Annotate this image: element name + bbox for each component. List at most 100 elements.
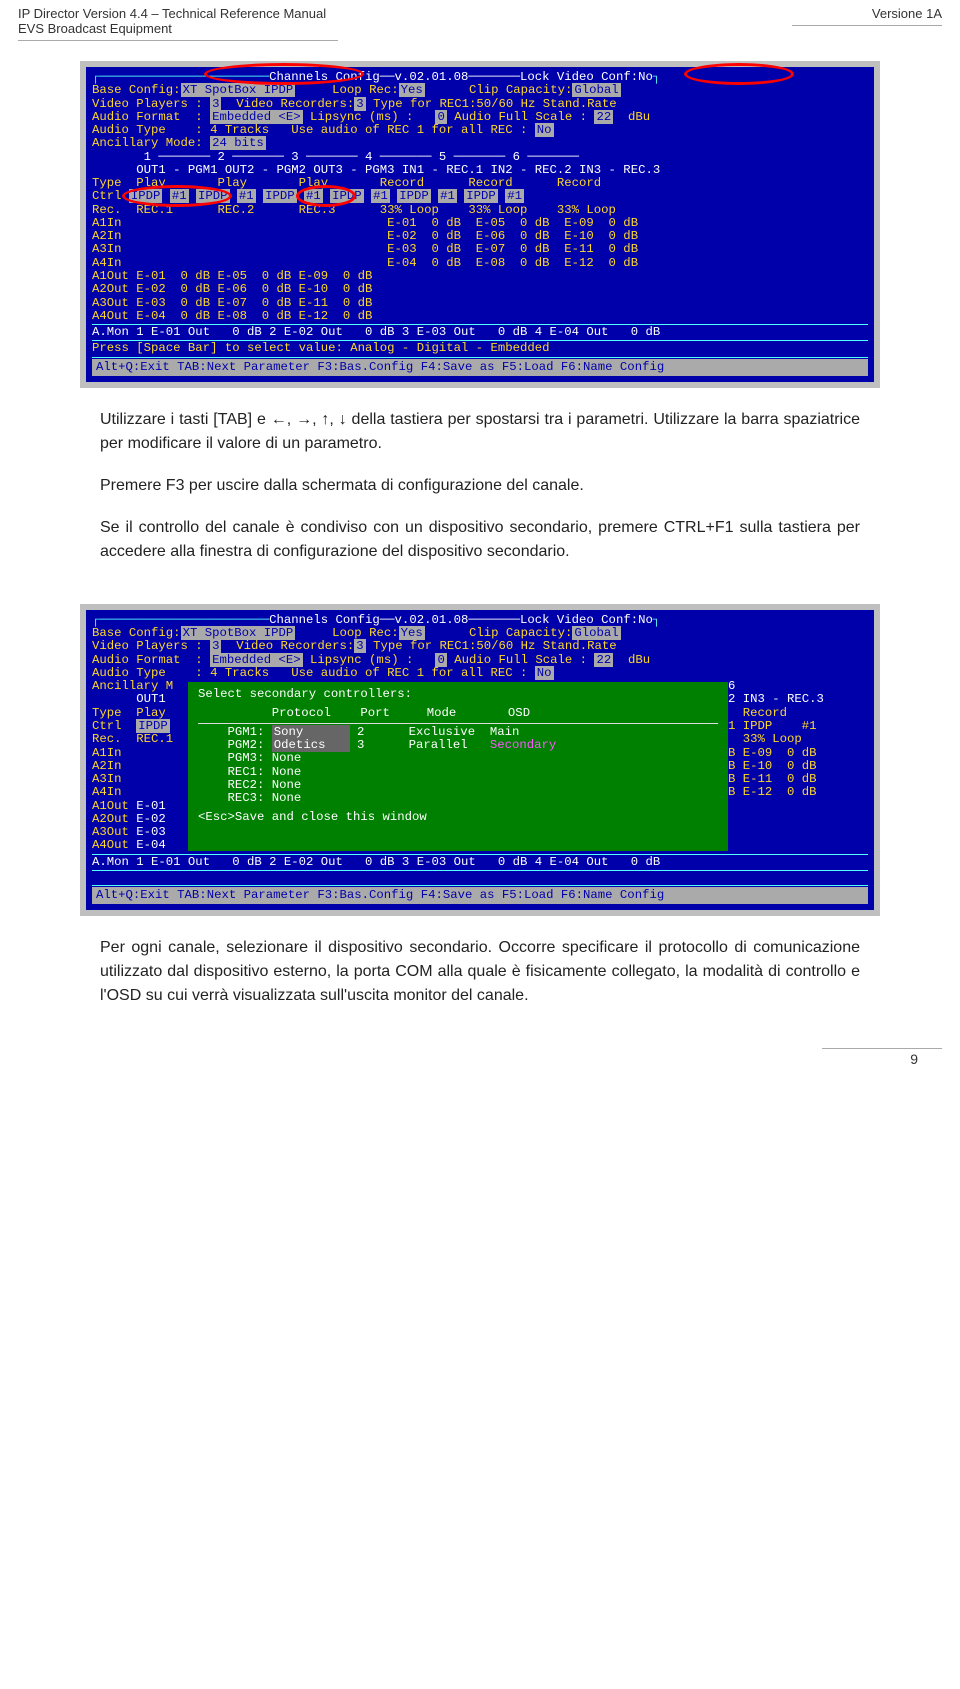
video-players-label: Video Players : [92,97,210,111]
body-text-1: Utilizzare i tasti [TAB] e ←, →, ↑, ↓ de… [100,408,860,564]
audio-type-label: Audio Type : 4 Tracks Use audio of REC 1… [92,123,535,137]
rs3: 1 IPDP #1 [728,719,817,733]
amon-row: A.Mon 1 E-01 Out 0 dB 2 E-02 Out 0 dB 3 … [92,326,868,339]
tr2: Type for REC1:50/60 Hz Stand.Rate [366,639,617,653]
paragraph-4: Per ogni canale, selezionare il disposit… [100,936,860,1008]
rec-row: Rec. REC.1 REC.2 REC.3 33% Loop 33% Loop… [92,204,868,217]
a2in: A2In E-02 0 dB E-06 0 dB E-10 0 dB [92,230,868,243]
loop-rec-value-2[interactable]: Yes [399,626,425,640]
rs1: 2 IN3 - REC.3 [728,693,868,706]
a1in: A1In E-01 0 dB E-05 0 dB E-09 0 dB [92,217,868,230]
lsl2: Lipsync (ms) : [303,653,436,667]
base-config-value[interactable]: XT SpotBox IPDP [181,83,296,97]
annotation-circle-4 [296,185,356,207]
popup-row[interactable]: REC3: None [198,792,718,805]
popup-row[interactable]: PGM1: Sony 2 Exclusive Main [198,726,718,739]
a3out: A3Out E-03 0 dB E-07 0 dB E-11 0 dB [92,297,868,310]
rs0: 6 [728,680,868,693]
header-left: IP Director Version 4.4 – Technical Refe… [18,6,338,41]
audio-full-value[interactable]: 22 [594,110,613,124]
vpv2[interactable]: 3 [210,639,221,653]
vrl2: Video Recorders: [221,639,354,653]
loop-rec-value[interactable]: Yes [399,83,425,97]
body-text-2: Per ogni canale, selezionare il disposit… [100,936,860,1008]
type-rec1: Type for REC1:50/60 Hz Stand.Rate [366,97,617,111]
ctrl-port[interactable]: #1 [505,189,524,203]
page-header: IP Director Version 4.4 – Technical Refe… [0,0,960,41]
clip-cap-value-2[interactable]: Global [572,626,620,640]
afl2: Audio Format : [92,653,210,667]
a4in: A4In E-04 0 dB E-08 0 dB E-12 0 dB [92,257,868,270]
annotation-circle-1 [204,63,364,85]
amon-row-2: A.Mon 1 E-01 Out 0 dB 2 E-02 Out 0 dB 3 … [92,856,868,869]
base-config-label-2: Base Config: [92,626,181,640]
paragraph-1: Utilizzare i tasti [TAB] e ←, →, ↑, ↓ de… [100,408,860,456]
popup-footer[interactable]: <Esc>Save and close this window [198,811,718,824]
video-recorders-label: Video Recorders: [221,97,354,111]
loop-rec-label: Loop Rec: [332,83,398,97]
audio-format-value[interactable]: Embedded <E> [210,110,303,124]
header-right-text: Versione 1A [872,6,942,21]
header-left-2: EVS Broadcast Equipment [18,21,172,36]
base-config-label: Base Config: [92,83,181,97]
ctrl-value[interactable]: IPDP [464,189,498,203]
out-row: OUT1 - PGM1 OUT2 - PGM2 OUT3 - PGM3 IN1 … [92,164,868,177]
secondary-controllers-popup: Select secondary controllers: Protocol P… [188,682,728,850]
atl2: Audio Type : 4 Tracks Use audio of REC 1… [92,666,535,680]
video-recorders-value[interactable]: 3 [354,97,365,111]
paragraph-2: Premere F3 per uscire dalla schermata di… [100,474,860,498]
rs8: B E-12 0 dB [728,786,868,799]
aful2: Audio Full Scale : [447,653,595,667]
prompt-row: Press [Space Bar] to select value: Analo… [92,342,868,355]
clip-cap-label: Clip Capacity: [469,83,572,97]
audio-full-unit: dBu [613,110,650,124]
ctrl-port[interactable]: #1 [371,189,390,203]
channels-config-screenshot-1: ┌───────────────────────Channels Config─… [80,61,880,388]
atv2[interactable]: No [535,666,554,680]
audio-type-value[interactable]: No [535,123,554,137]
video-players-value[interactable]: 3 [210,97,221,111]
popup-row[interactable]: REC2: None [198,779,718,792]
afuv2[interactable]: 22 [594,653,613,667]
a4out: A4Out E-04 0 dB E-08 0 dB E-12 0 dB [92,310,868,323]
a3in: A3In E-03 0 dB E-07 0 dB E-11 0 dB [92,243,868,256]
rs5: B E-09 0 dB [728,747,868,760]
ancillary-value[interactable]: 24 bits [210,136,266,150]
audio-format-label: Audio Format : [92,110,210,124]
popup-title: Select secondary controllers: [198,688,718,701]
vrv2[interactable]: 3 [354,639,365,653]
rs7: B E-11 0 dB [728,773,868,786]
clip-cap-label-2: Clip Capacity: [469,626,572,640]
afv2[interactable]: Embedded <E> [210,653,303,667]
annotation-circle-3 [122,185,232,207]
a2out: A2Out E-02 0 dB E-06 0 dB E-10 0 dB [92,283,868,296]
vpl2: Video Players : [92,639,210,653]
popup-row[interactable]: PGM2: Odetics 3 Parallel Secondary [198,739,718,752]
base-config-value-2[interactable]: XT SpotBox IPDP [181,626,296,640]
lipsync-label: Lipsync (ms) : [303,110,436,124]
col-headers: 1 ─────── 2 ─────── 3 ─────── 4 ─────── … [92,151,868,164]
clip-cap-value[interactable]: Global [572,83,620,97]
ctrl-port[interactable]: #1 [237,189,256,203]
a1out: A1Out E-01 0 dB E-05 0 dB E-09 0 dB [92,270,868,283]
ctrl-value[interactable]: IPDP [263,189,297,203]
lsv2[interactable]: 0 [435,653,446,667]
rs6: B E-10 0 dB [728,760,868,773]
ctrl-value[interactable]: IPDP [397,189,431,203]
popup-row[interactable]: PGM3: None [198,752,718,765]
header-left-1: IP Director Version 4.4 – Technical Refe… [18,6,326,21]
title-line-2: Channels Config──v.02.01.08───────Lock V… [269,613,653,627]
afuu2: dBu [613,653,650,667]
page-number: 9 [822,1048,942,1067]
audio-full-label: Audio Full Scale : [447,110,595,124]
rs2: Record [728,707,868,720]
popup-headers: Protocol Port Mode OSD [198,707,718,720]
header-right: Versione 1A [792,6,942,41]
ctrl-port[interactable]: #1 [438,189,457,203]
paragraph-3: Se il controllo del canale è condiviso c… [100,516,860,564]
lipsync-value[interactable]: 0 [435,110,446,124]
channels-config-screenshot-2: ┌───────────────────────Channels Config─… [80,604,880,916]
rs4: 33% Loop [728,733,868,746]
popup-row[interactable]: REC1: None [198,766,718,779]
annotation-circle-2 [684,63,794,85]
